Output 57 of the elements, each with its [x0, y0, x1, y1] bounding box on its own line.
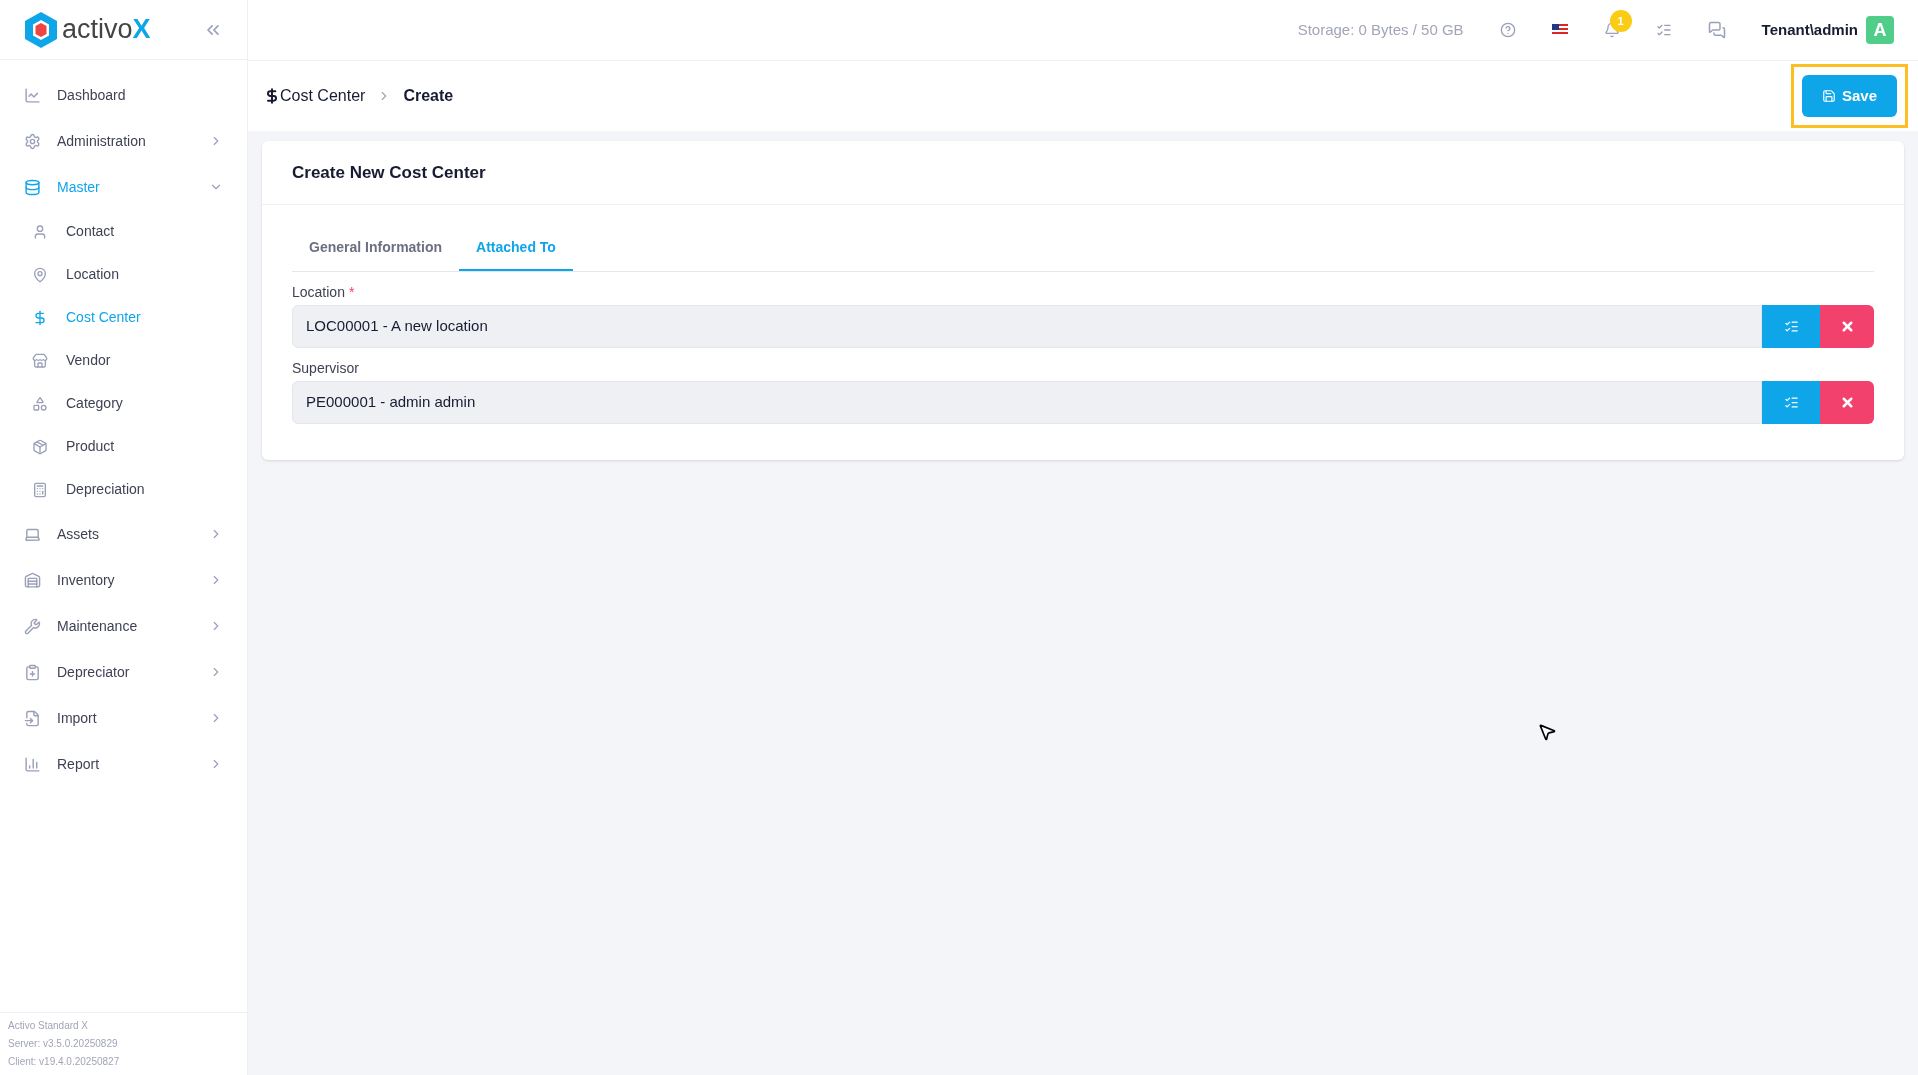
- store-icon: [32, 352, 48, 369]
- lookup-field[interactable]: PE000001 - admin admin: [292, 381, 1762, 424]
- sidebar-item[interactable]: Assets: [0, 511, 247, 557]
- sidebar-item[interactable]: Depreciator: [0, 649, 247, 695]
- storage-text: Storage: 0 Bytes / 50 GB: [1297, 19, 1464, 40]
- sidebar-subitem[interactable]: Depreciation: [0, 468, 247, 511]
- flag-button[interactable]: [1551, 24, 1568, 36]
- sidebar-subitem[interactable]: Product: [0, 425, 247, 468]
- sidebar-item[interactable]: Inventory: [0, 557, 247, 603]
- warehouse-icon: [24, 571, 41, 589]
- sidebar-subitem[interactable]: Category: [0, 382, 247, 425]
- lookup-field[interactable]: LOC00001 - A new location: [292, 305, 1762, 348]
- dollar-icon: [264, 88, 280, 104]
- field-label: Location: [292, 283, 345, 302]
- sidebar-subitem[interactable]: Vendor: [0, 339, 247, 382]
- database-icon: [24, 178, 41, 196]
- sidebar-item[interactable]: Administration: [0, 118, 247, 164]
- help-button[interactable]: [1499, 22, 1516, 38]
- clear-button[interactable]: [1820, 381, 1874, 424]
- sidebar-subitem[interactable]: Contact: [0, 210, 247, 253]
- notification-badge: 1: [1609, 10, 1632, 32]
- card-title: Create New Cost Center: [292, 161, 486, 184]
- map-pin-icon: [32, 266, 48, 283]
- gears-icon: [24, 132, 41, 150]
- breadcrumb-link[interactable]: Cost Center: [280, 84, 366, 108]
- sidebar-item[interactable]: Dashboard: [0, 72, 247, 118]
- clipboard-icon: [24, 663, 41, 681]
- chart-icon: [24, 86, 41, 104]
- shapes-icon: [32, 395, 48, 412]
- version-text: Server: v3.5.0.20250829: [8, 1037, 119, 1051]
- list-icon: [1783, 395, 1799, 410]
- mouse-cursor-icon: [1537, 722, 1557, 742]
- sidebar-subitem[interactable]: Location: [0, 253, 247, 296]
- version-text: Activo Standard X: [8, 1019, 90, 1033]
- person-icon: [32, 223, 48, 240]
- dollar-icon: [32, 309, 48, 326]
- file-import-icon: [24, 709, 41, 727]
- notifications-button[interactable]: [1603, 22, 1620, 38]
- tools-icon: [24, 617, 41, 635]
- tasks-button[interactable]: [1655, 22, 1672, 38]
- sidebar-item[interactable]: Import: [0, 695, 247, 741]
- required-mark: *: [348, 283, 355, 302]
- tab[interactable]: General Information: [292, 225, 460, 271]
- list-icon: [1783, 319, 1799, 334]
- sidebar-item[interactable]: Report: [0, 741, 247, 787]
- box-icon: [32, 438, 48, 455]
- logo-icon: [24, 10, 58, 49]
- bar-chart-icon: [24, 755, 41, 773]
- field-label: Supervisor: [292, 359, 359, 378]
- user-name[interactable]: Tenant\admin: [1761, 18, 1858, 42]
- version-text: Client: v19.4.0.20250827: [8, 1055, 121, 1069]
- clear-button[interactable]: [1820, 305, 1874, 348]
- breadcrumb-current: Create: [403, 86, 454, 106]
- sidebar-item[interactable]: Maintenance: [0, 603, 247, 649]
- calculator-icon: [32, 481, 48, 498]
- logo-text: activoX: [62, 16, 151, 43]
- chat-button[interactable]: [1707, 21, 1726, 39]
